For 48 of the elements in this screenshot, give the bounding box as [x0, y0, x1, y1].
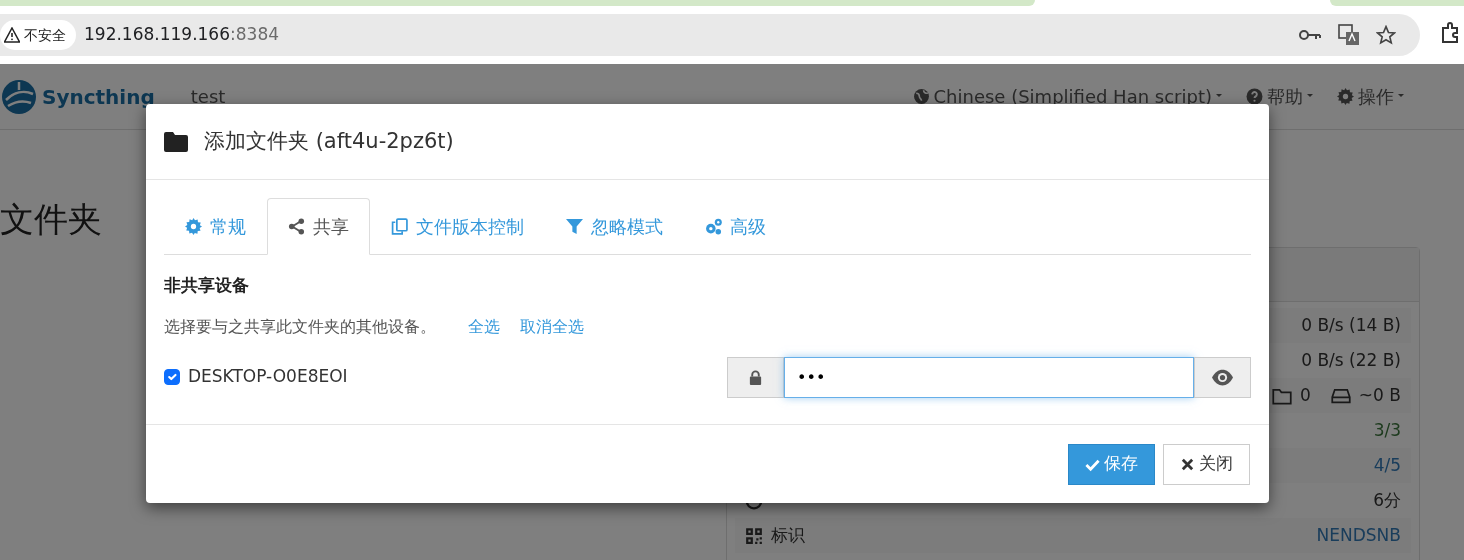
- lock-icon: [748, 369, 763, 385]
- save-button[interactable]: 保存: [1068, 443, 1155, 485]
- nav-menu[interactable]: 帮助: [1246, 83, 1313, 110]
- status-value: 0 B/s (14 B): [1301, 313, 1401, 337]
- tab[interactable]: 文件版本控制: [370, 198, 545, 255]
- share-icon: [288, 218, 305, 235]
- device-name: DESKTOP-O0E8EOI: [188, 365, 348, 389]
- tab[interactable]: 高级: [684, 198, 787, 255]
- status-value: 0 B/s (22 B): [1301, 348, 1401, 372]
- translate-icon[interactable]: [1338, 24, 1360, 46]
- url-text: 192.168.119.166:8384: [84, 23, 279, 47]
- tab[interactable]: 忽略模式: [545, 198, 684, 255]
- status-label: 标识: [771, 523, 805, 547]
- disk-size: ~0 B: [1358, 383, 1401, 407]
- logo-icon: [0, 77, 38, 116]
- status-value: 6分: [1373, 488, 1401, 512]
- qr-code-icon: [745, 526, 763, 545]
- key-icon[interactable]: [1298, 28, 1322, 42]
- nav-menu[interactable]: 操作: [1337, 83, 1404, 110]
- tab[interactable]: 常规: [164, 198, 267, 255]
- folder-count: 0: [1300, 383, 1311, 407]
- brand-name[interactable]: Syncthing: [42, 81, 155, 112]
- address-bar[interactable]: 不安全 192.168.119.166:8384: [0, 14, 1420, 56]
- nav-menu[interactable]: Chinese (Simplified Han script): [912, 83, 1222, 110]
- close-icon: [1180, 456, 1195, 472]
- filter-icon: [566, 218, 583, 235]
- section-heading: 非共享设备: [164, 274, 250, 297]
- tab[interactable]: 共享: [267, 198, 370, 255]
- status-link[interactable]: 4/5: [1373, 452, 1401, 479]
- dialog-title: 添加文件夹 (aft4u-2pz6t): [204, 127, 454, 155]
- copy-icon: [391, 218, 408, 235]
- gears-icon: [705, 218, 722, 235]
- folder-icon: [164, 131, 188, 152]
- deselect-all-link[interactable]: 取消全选: [520, 314, 584, 339]
- page-heading: 文件夹: [0, 198, 102, 241]
- warning-icon: [4, 27, 20, 43]
- settings-icon: [1337, 88, 1354, 105]
- settings-icon: [185, 218, 202, 235]
- device-name: test: [190, 85, 226, 109]
- close-button[interactable]: 关闭: [1163, 443, 1250, 485]
- security-label[interactable]: 不安全: [24, 24, 66, 46]
- star-icon[interactable]: [1376, 25, 1396, 45]
- select-all-link[interactable]: 全选: [468, 314, 500, 339]
- security-chip[interactable]: 不安全: [0, 20, 76, 50]
- password-field[interactable]: •••: [784, 356, 1194, 398]
- status-link[interactable]: NENDSNB: [1316, 522, 1401, 549]
- hint-text: 选择要与之共享此文件夹的其他设备。: [164, 315, 436, 338]
- device-checkbox[interactable]: [164, 369, 180, 385]
